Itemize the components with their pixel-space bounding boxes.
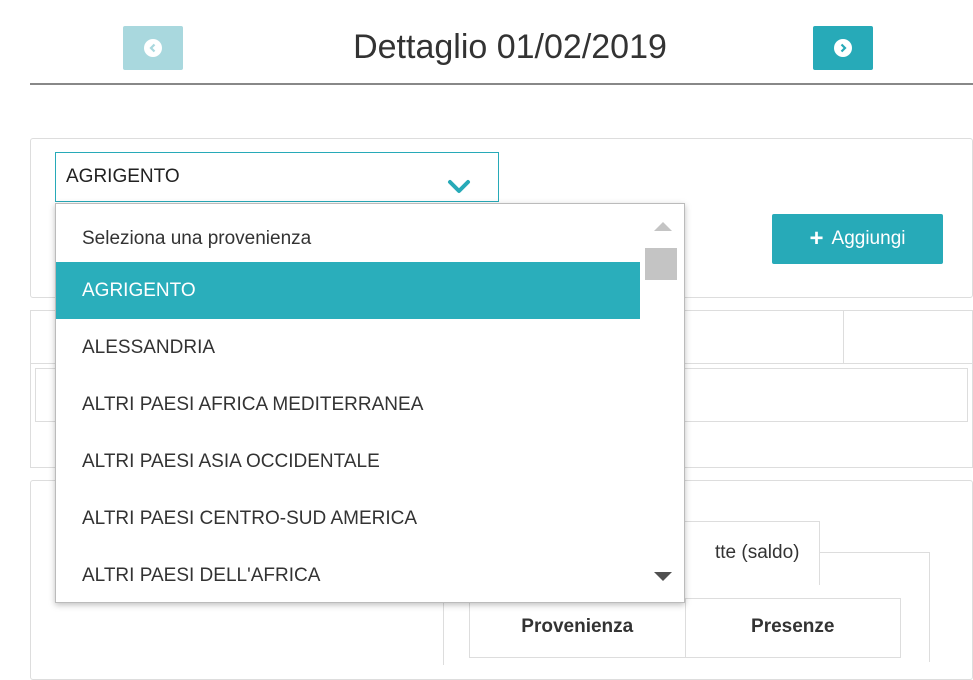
plus-icon: + [809, 225, 824, 252]
add-button-label: Aggiungi [831, 228, 906, 249]
chevron-down-icon[interactable] [446, 168, 472, 193]
select-value: AGRIGENTO [66, 166, 180, 187]
previous-day-button[interactable] [123, 26, 183, 70]
provenienza-dropdown[interactable]: Seleziona una provenienza AGRIGENTO ALES… [55, 203, 685, 603]
header-divider [30, 83, 973, 85]
option-agrigento[interactable]: AGRIGENTO [56, 262, 640, 319]
page-title: Dettaglio 01/02/2019 [353, 28, 667, 66]
option-placeholder[interactable]: Seleziona una provenienza [56, 210, 640, 267]
option-altri-paesi-dell-africa[interactable]: ALTRI PAESI DELL'AFRICA [56, 547, 640, 602]
option-altri-paesi-asia-occidentale[interactable]: ALTRI PAESI ASIA OCCIDENTALE [56, 433, 640, 490]
option-altri-paesi-centro-sud-america[interactable]: ALTRI PAESI CENTRO-SUD AMERICA [56, 490, 640, 547]
dropdown-scrollbar[interactable] [640, 204, 684, 602]
scroll-thumb[interactable] [645, 248, 677, 280]
arrow-left-circle-icon [144, 39, 162, 57]
column-header-provenienza[interactable]: Provenienza [470, 599, 685, 657]
arrow-right-circle-icon [834, 39, 852, 57]
option-alessandria[interactable]: ALESSANDRIA [56, 319, 640, 376]
add-button[interactable]: + Aggiungi [772, 214, 943, 264]
next-day-button[interactable] [813, 26, 873, 70]
provenienza-select[interactable]: AGRIGENTO [55, 152, 499, 202]
column-header-presenze[interactable]: Presenze [684, 599, 901, 657]
tab-border [820, 552, 930, 553]
scroll-up-arrow-icon[interactable] [654, 222, 672, 231]
scroll-down-arrow-icon[interactable] [654, 572, 672, 581]
option-altri-paesi-africa-mediterranea[interactable]: ALTRI PAESI AFRICA MEDITERRANEA [56, 376, 640, 433]
summary-table-header: Provenienza Presenze [469, 598, 901, 658]
tab-content-border [929, 552, 930, 662]
table-column-divider [843, 310, 844, 364]
